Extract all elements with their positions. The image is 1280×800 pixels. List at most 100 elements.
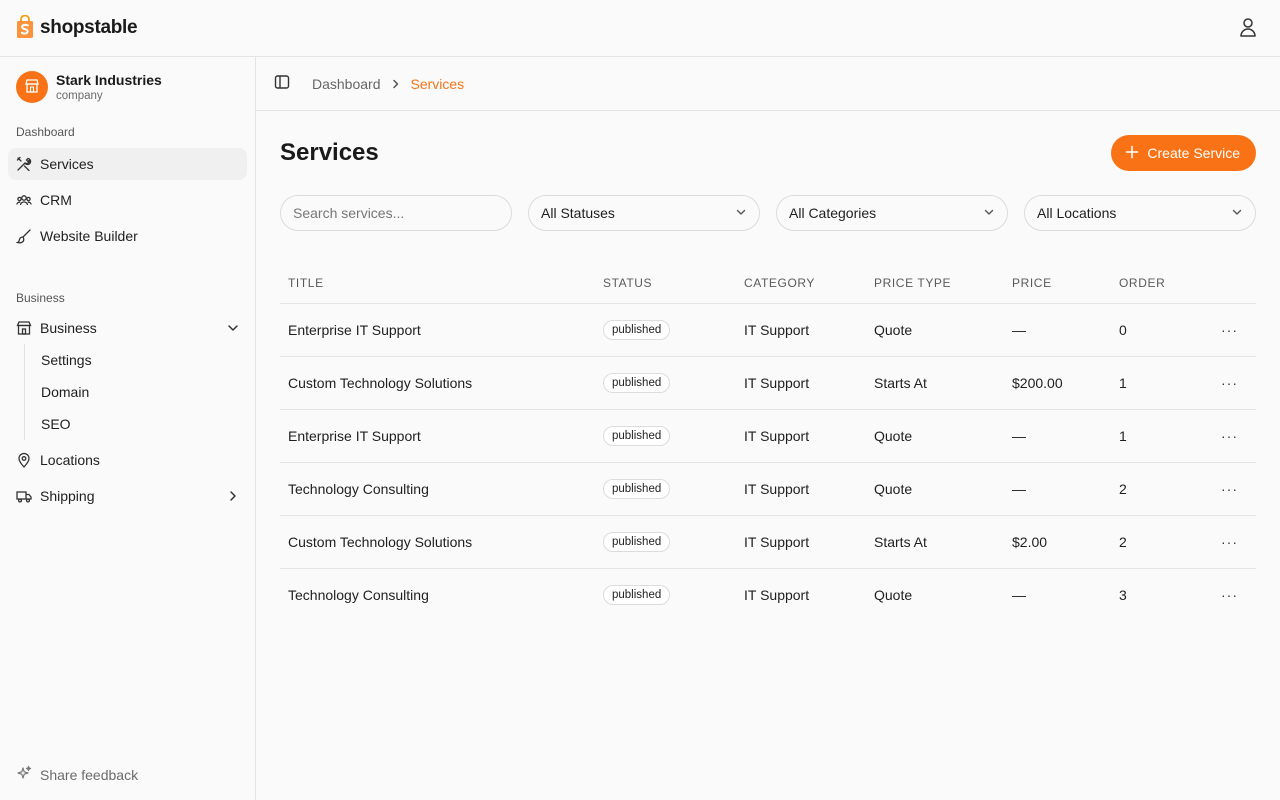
cell-order: 2 <box>1111 515 1196 569</box>
sidebar-item-business[interactable]: Business <box>8 312 247 344</box>
cell-order: 3 <box>1119 586 1127 603</box>
table-row[interactable]: Technology Consulting published IT Suppo… <box>280 462 1256 516</box>
category-filter-select[interactable]: All Categories <box>776 195 1008 231</box>
table-row[interactable]: Enterprise IT Support published IT Suppo… <box>280 303 1256 357</box>
status-badge: published <box>603 584 671 605</box>
table-row[interactable]: Custom Technology Solutions published IT… <box>280 515 1256 569</box>
location-filter-value: All Locations <box>1037 205 1117 221</box>
company-type: company <box>56 90 103 102</box>
cell-price: — <box>1004 462 1111 516</box>
top-bar: shopstable <box>0 0 1280 57</box>
row-actions-menu-button[interactable]: ··· <box>1196 568 1256 621</box>
cell-title[interactable]: Enterprise IT Support <box>280 303 595 357</box>
truck-icon <box>16 488 32 504</box>
status-badge: published <box>603 372 671 393</box>
users-icon <box>16 192 32 208</box>
cell-price: — <box>1004 303 1111 357</box>
sidebar-item-shipping[interactable]: Shipping <box>8 480 247 512</box>
row-actions-menu-button[interactable]: ··· <box>1196 462 1256 516</box>
sidebar-item-label: Locations <box>40 452 100 468</box>
sidebar-subitem-seo[interactable]: SEO <box>34 408 255 440</box>
column-header-category[interactable]: CATEGORY <box>736 263 866 304</box>
table-row[interactable]: Technology Consulting published IT Suppo… <box>280 568 1256 621</box>
plus-icon <box>1125 145 1139 162</box>
cell-price: $200.00 <box>1004 356 1111 410</box>
map-pin-icon <box>16 452 32 468</box>
status-badge: published <box>603 425 671 446</box>
cell-title[interactable]: Technology Consulting <box>280 462 595 516</box>
nav-group-label-business: Business <box>16 291 65 305</box>
cell-title[interactable]: Enterprise IT Support <box>280 409 595 463</box>
table-row[interactable]: Enterprise IT Support published IT Suppo… <box>280 409 1256 463</box>
cell-order: 2 <box>1111 462 1196 516</box>
location-filter-select[interactable]: All Locations <box>1024 195 1256 231</box>
column-header-price-type[interactable]: PRICE TYPE <box>866 263 1004 304</box>
column-header-title[interactable]: TITLE <box>280 263 595 304</box>
sidebar-item-label: Business <box>40 320 97 336</box>
tools-icon <box>16 156 32 172</box>
brush-icon <box>16 228 32 244</box>
chevron-right-icon[interactable] <box>227 490 239 502</box>
column-header-status[interactable]: STATUS <box>595 263 736 304</box>
cell-status: published <box>595 356 736 410</box>
sidebar: Stark Industries company Dashboard Servi… <box>0 57 256 800</box>
page-title: Services <box>280 139 379 166</box>
store-icon <box>24 78 40 97</box>
sidebar-toggle-button[interactable] <box>274 75 290 92</box>
company-switcher[interactable]: Stark Industries company <box>0 57 255 117</box>
breadcrumb-bar: Dashboard Services <box>256 57 1280 111</box>
services-table: TITLE STATUS CATEGORY PRICE TYPE PRICE O… <box>280 263 1256 621</box>
cell-price-type: Quote <box>866 303 1004 357</box>
cell-status: published <box>595 409 736 463</box>
column-header-order[interactable]: ORDER <box>1111 263 1196 304</box>
table-header-row: TITLE STATUS CATEGORY PRICE TYPE PRICE O… <box>280 263 1256 304</box>
row-actions-menu-button[interactable]: ··· <box>1196 409 1256 463</box>
cell-category: IT Support <box>744 586 810 603</box>
row-actions-menu-button[interactable]: ··· <box>1196 515 1256 569</box>
chevron-down-icon[interactable] <box>227 322 239 334</box>
sidebar-item-label: CRM <box>40 192 72 208</box>
cell-category: IT Support <box>736 356 866 410</box>
column-header-actions <box>1196 263 1256 304</box>
sidebar-subitem-settings[interactable]: Settings <box>34 344 255 376</box>
cell-category: IT Support <box>736 462 866 516</box>
sidebar-item-services[interactable]: Services <box>8 148 247 180</box>
business-submenu: Settings Domain SEO <box>24 344 255 440</box>
share-feedback-label: Share feedback <box>40 766 139 783</box>
search-input[interactable] <box>280 195 512 231</box>
filter-bar: All Statuses All Categories All Location… <box>280 195 1256 231</box>
cell-status: published <box>595 515 736 569</box>
cell-price: $2.00 <box>1004 515 1111 569</box>
cell-order: 1 <box>1111 356 1196 410</box>
create-service-label: Create Service <box>1147 145 1240 161</box>
row-actions-menu-button[interactable]: ··· <box>1196 303 1256 357</box>
cell-price-type: Starts At <box>866 515 1004 569</box>
sidebar-item-label: Shipping <box>40 488 95 504</box>
chevron-down-icon <box>735 205 747 221</box>
sidebar-item-label: Services <box>40 156 94 172</box>
sidebar-subitem-domain[interactable]: Domain <box>34 376 255 408</box>
sidebar-item-crm[interactable]: CRM <box>8 184 247 216</box>
chevron-right-icon <box>391 79 401 89</box>
cell-order: 0 <box>1111 303 1196 357</box>
sidebar-item-locations[interactable]: Locations <box>8 444 247 476</box>
cell-title[interactable]: Custom Technology Solutions <box>280 515 595 569</box>
nav-group-label-dashboard: Dashboard <box>16 125 75 139</box>
cell-price-type: Quote <box>874 586 913 603</box>
breadcrumb-dashboard[interactable]: Dashboard <box>312 76 381 92</box>
status-filter-select[interactable]: All Statuses <box>528 195 760 231</box>
share-feedback-button[interactable]: Share feedback <box>16 765 138 784</box>
table-row[interactable]: Custom Technology Solutions published IT… <box>280 356 1256 410</box>
status-badge: published <box>603 478 671 499</box>
company-avatar <box>16 71 48 103</box>
cell-title[interactable]: Technology Consulting <box>280 568 595 621</box>
column-header-price[interactable]: PRICE <box>1004 263 1111 304</box>
create-service-button[interactable]: Create Service <box>1111 135 1256 171</box>
status-badge: published <box>603 319 671 340</box>
sidebar-item-website-builder[interactable]: Website Builder <box>8 220 247 252</box>
cell-title[interactable]: Custom Technology Solutions <box>280 356 595 410</box>
row-actions-menu-button[interactable]: ··· <box>1196 356 1256 410</box>
user-account-button[interactable] <box>1232 12 1264 44</box>
brand[interactable]: shopstable <box>16 14 138 42</box>
status-badge: published <box>603 531 671 552</box>
